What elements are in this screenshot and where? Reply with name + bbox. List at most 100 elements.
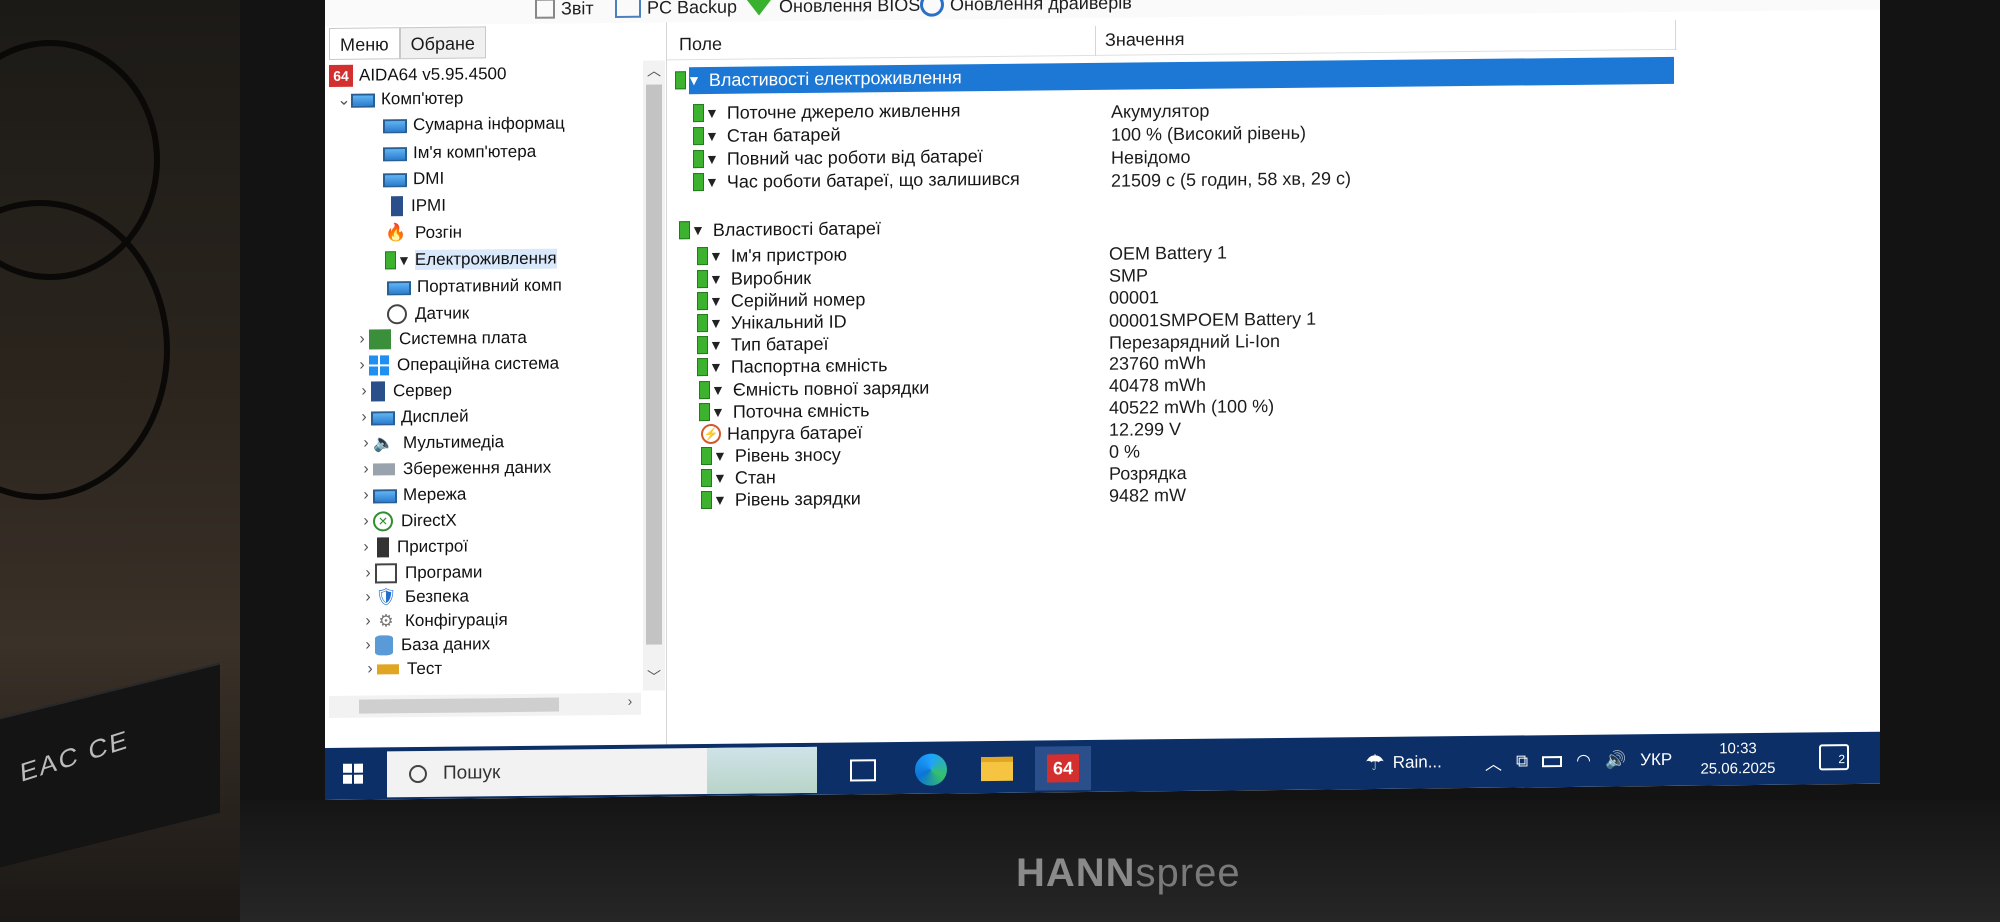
tree-item-overclock[interactable]: 🔥 Розгін — [385, 221, 462, 246]
tree-item-programs[interactable]: › Програми — [361, 560, 482, 585]
weather-widget[interactable]: ☂ Rain... — [1365, 736, 1442, 789]
navigation-tree: 64 AIDA64 v5.95.4500 ⌄ Комп'ютер Сумарна… — [329, 61, 641, 694]
tree-item-motherboard[interactable]: › Системна плата — [355, 326, 527, 352]
explorer-taskbar-button[interactable] — [969, 747, 1025, 792]
detail-row[interactable]: ▼ Стан — [701, 465, 776, 490]
volume-icon[interactable]: 🔊 — [1605, 750, 1626, 770]
detail-row[interactable]: ▼ Ім'я пристрою — [697, 243, 847, 269]
tree-item-computer-name[interactable]: Ім'я комп'ютера — [383, 140, 536, 166]
pane-tabs: Меню Обране — [329, 26, 486, 60]
tree-item-display[interactable]: › Дисплей — [357, 404, 468, 429]
tree-item-test[interactable]: › Тест — [363, 657, 442, 682]
notification-center-button[interactable]: 2 — [1819, 744, 1849, 771]
driver-update-button[interactable]: Оновлення драйверів — [920, 0, 1132, 17]
tree-item-ipmi[interactable]: IPMI — [385, 194, 446, 219]
chevron-up-icon[interactable]: ︿ — [1485, 749, 1502, 774]
chevron-right-icon[interactable]: › — [355, 331, 369, 349]
tree-item-sensor[interactable]: Датчик — [387, 301, 469, 326]
tree-label: Розгін — [415, 222, 463, 243]
edge-taskbar-button[interactable] — [903, 747, 959, 792]
tree-item-computer[interactable]: ⌄ Комп'ютер — [337, 87, 463, 112]
scroll-down-icon[interactable]: ﹀ — [643, 666, 665, 688]
detail-row[interactable]: ▼ Рівень зносу — [701, 443, 841, 468]
monitor-icon — [383, 119, 407, 134]
column-field-header[interactable]: Поле — [679, 34, 722, 55]
tree-item-database[interactable]: › База даних — [361, 632, 490, 657]
tab-favorites[interactable]: Обране — [399, 26, 486, 60]
battery-icon — [385, 251, 396, 270]
tree-item-dmi[interactable]: DMI — [383, 167, 444, 192]
tree-item-directx[interactable]: › ✕ DirectX — [359, 509, 457, 534]
section-battery-properties[interactable]: ▼ Властивості батареї — [679, 216, 881, 242]
field-value: 40522 mWh (100 %) — [1109, 395, 1275, 418]
aida64-taskbar-button[interactable]: 64 — [1035, 745, 1091, 791]
column-divider[interactable] — [1675, 19, 1676, 50]
field-value: Розрядка — [1109, 462, 1187, 484]
chevron-right-icon[interactable]: › — [361, 564, 375, 582]
details-pane: Поле Значення ▼ Властивості електроживле… — [667, 9, 1880, 747]
scrollbar-thumb[interactable] — [359, 697, 559, 714]
tree-item-multimedia[interactable]: › 🔈 Мультимедіа — [359, 430, 504, 456]
bios-update-button[interactable]: Оновлення BIOS — [745, 0, 920, 18]
wifi-icon[interactable]: ◠ — [1576, 751, 1591, 771]
start-button[interactable] — [343, 763, 371, 784]
tree-item-power[interactable]: ▼ Електроживлення — [385, 247, 557, 273]
test-icon — [377, 664, 399, 675]
scroll-right-icon[interactable]: › — [619, 693, 641, 715]
chevron-right-icon[interactable]: › — [359, 538, 373, 556]
tree-root[interactable]: 64 AIDA64 v5.95.4500 — [329, 62, 506, 88]
taskbar-clock[interactable]: 10:33 25.06.2025 — [1693, 739, 1783, 780]
chevron-right-icon[interactable]: › — [357, 409, 371, 427]
detail-row[interactable]: ▼ Поточне джерело живлення — [693, 98, 960, 125]
pc-backup-button[interactable]: PC Backup — [615, 0, 737, 19]
taskbar-search-box[interactable]: Пошук — [387, 746, 817, 798]
tab-menu[interactable]: Меню — [329, 27, 400, 60]
detail-row[interactable]: ▼ Стан батарей — [693, 123, 841, 149]
field-value: 9482 mW — [1109, 484, 1187, 506]
device-icon — [377, 537, 389, 558]
chevron-right-icon[interactable]: › — [359, 486, 373, 504]
tree-label: Безпека — [405, 586, 469, 607]
tree-item-portable[interactable]: Портативний комп — [387, 274, 562, 300]
detail-row[interactable]: ▼ Паспортна ємність — [697, 353, 888, 379]
tree-item-storage[interactable]: › Збереження даних — [359, 456, 551, 482]
section-title: Властивості електроживлення — [708, 66, 962, 90]
chevron-right-icon[interactable]: › — [363, 660, 377, 678]
tree-item-server[interactable]: › Сервер — [357, 379, 452, 404]
meet-now-icon[interactable]: ⧉ — [1516, 751, 1528, 771]
column-divider[interactable] — [1095, 25, 1096, 56]
tree-item-configuration[interactable]: › ⚙ Конфігурація — [361, 608, 507, 634]
download-arrow-icon — [745, 0, 773, 16]
language-indicator[interactable]: УКР — [1640, 750, 1672, 770]
chevron-right-icon[interactable]: › — [359, 512, 373, 530]
chevron-right-icon[interactable]: › — [361, 588, 375, 606]
tree-label: Системна плата — [399, 327, 527, 349]
chevron-right-icon[interactable]: › — [359, 434, 373, 452]
scrollbar-thumb[interactable] — [646, 84, 662, 645]
detail-row[interactable]: ▼ Час роботи батареї, що залишився — [693, 167, 1020, 194]
chevron-right-icon[interactable]: › — [355, 357, 369, 375]
tree-vertical-scrollbar[interactable]: ︿ ﹀ — [643, 60, 665, 691]
task-view-button[interactable] — [835, 748, 891, 793]
storage-icon — [373, 463, 395, 476]
chevron-right-icon[interactable]: › — [357, 383, 371, 401]
power-battery-icon: ▼ — [693, 173, 723, 192]
detail-row[interactable]: ▼ Рівень зарядки — [701, 486, 861, 512]
chevron-right-icon[interactable]: › — [359, 460, 373, 478]
search-placeholder: Пошук — [443, 762, 501, 784]
tree-item-summary[interactable]: Сумарна інформац — [383, 111, 565, 137]
column-value-header[interactable]: Значення — [1105, 29, 1184, 51]
tree-item-os[interactable]: › Операційна система — [355, 352, 559, 378]
battery-icon[interactable] — [1542, 755, 1563, 767]
tree-item-devices[interactable]: › Пристрої — [359, 535, 468, 560]
tree-item-security[interactable]: › 🛡 Безпека — [361, 584, 469, 609]
tree-horizontal-scrollbar[interactable]: › — [329, 692, 641, 718]
chevron-right-icon[interactable]: › — [361, 612, 375, 630]
field-name: Час роботи батареї, що залишився — [726, 168, 1020, 192]
chevron-right-icon[interactable]: › — [361, 636, 375, 654]
report-button[interactable]: Звіт — [535, 0, 594, 20]
scroll-up-icon[interactable]: ︿ — [643, 60, 665, 82]
section-power-properties[interactable]: ▼ Властивості електроживлення — [675, 65, 962, 92]
chevron-down-icon[interactable]: ⌄ — [337, 90, 351, 110]
tree-item-network[interactable]: › Мережа — [359, 483, 466, 508]
